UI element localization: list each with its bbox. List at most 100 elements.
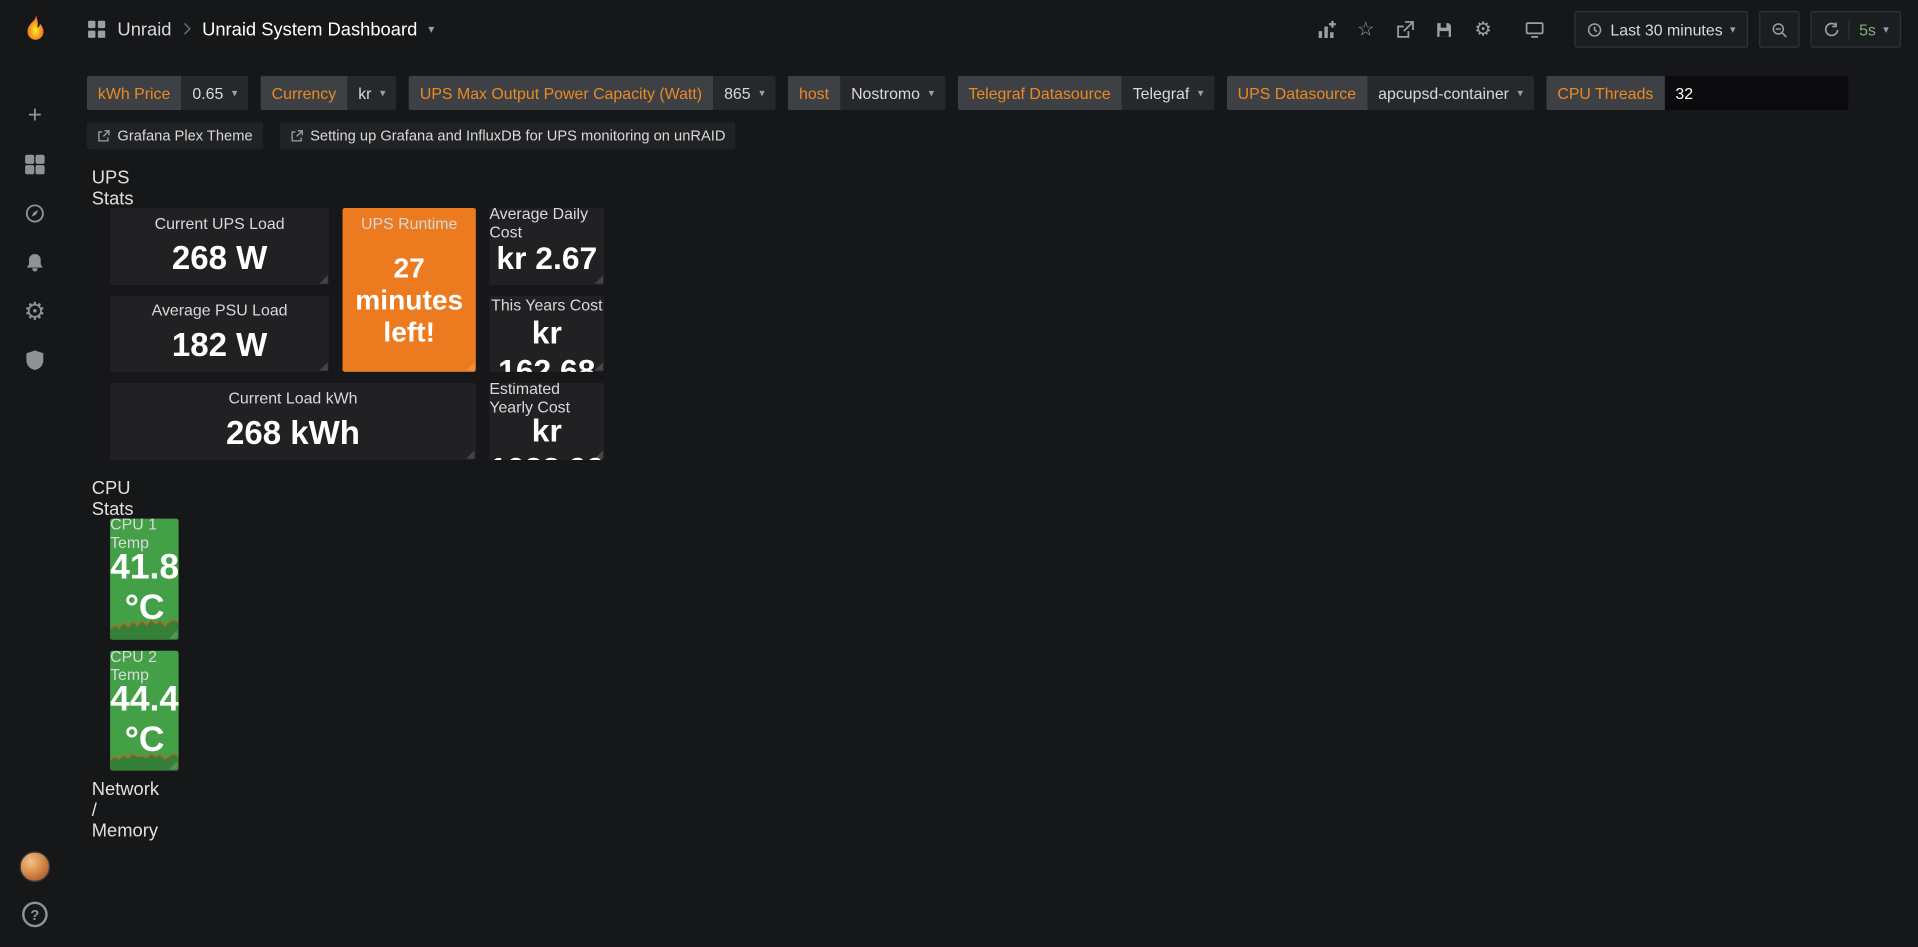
dashboard-grid-icon (87, 20, 107, 40)
external-link-icon (97, 129, 110, 142)
external-link-icon (289, 129, 302, 142)
server-admin-shield-icon[interactable] (0, 335, 70, 384)
chevron-down-icon: ▾ (1730, 23, 1736, 36)
panel-cpu2-temp: CPU 2 Temp 44.4 °C (110, 650, 179, 770)
variable-label: CPU Threads (1546, 76, 1664, 110)
zoom-out-icon (1771, 21, 1787, 37)
share-icon[interactable] (1388, 11, 1422, 48)
chevron-right-icon (183, 20, 192, 38)
navbar: Unraid Unraid System Dashboard ▾ ☆ ⚙ (70, 0, 1918, 59)
chevron-down-icon: ▾ (1198, 86, 1204, 99)
variable-value-dropdown[interactable]: kr▾ (347, 76, 396, 110)
panel-title[interactable]: Average Daily Cost (489, 208, 604, 237)
cycle-view-tv-icon[interactable] (1517, 11, 1551, 48)
variable-host: host Nostromo▾ (788, 76, 945, 110)
stat-value: 182 W (110, 325, 329, 372)
variable-label: kWh Price (87, 76, 181, 110)
clock-icon (1587, 21, 1603, 37)
alerting-bell-icon[interactable] (0, 237, 70, 286)
panel-title[interactable]: CPU 2 Temp (110, 650, 179, 679)
chevron-down-icon: ▾ (929, 86, 935, 99)
configuration-gear-icon[interactable]: ⚙ (0, 286, 70, 335)
link-ups-monitoring-guide[interactable]: Setting up Grafana and InfluxDB for UPS … (280, 122, 736, 149)
panel-title[interactable]: Estimated Yearly Cost (489, 383, 604, 412)
time-picker[interactable]: Last 30 minutes ▾ (1575, 11, 1748, 48)
variable-value-dropdown[interactable]: 0.65▾ (181, 76, 248, 110)
sidebar: + ⚙ ? (0, 0, 70, 947)
sparkline (110, 607, 179, 639)
variable-ups-datasource: UPS Datasource apcupsd-container▾ (1227, 76, 1534, 110)
save-icon[interactable] (1427, 11, 1461, 48)
chevron-down-icon: ▾ (232, 86, 238, 99)
cpu-temp-stack: CPU 1 Temp 41.8 °C CPU 2 Temp 44.4 °C (110, 519, 179, 771)
panel-estimated-yearly-cost: Estimated Yearly Cost kr 1033.99 (489, 383, 604, 460)
stat-value: kr 1033.99 (489, 413, 604, 460)
add-panel-icon[interactable] (1309, 11, 1343, 48)
star-icon[interactable]: ☆ (1349, 11, 1383, 48)
sidebar-menu: + ⚙ (0, 91, 70, 385)
dashboard-links: Grafana Plex Theme Setting up Grafana an… (87, 122, 1901, 149)
variable-value-dropdown[interactable]: Telegraf▾ (1122, 76, 1215, 110)
variable-cpu-threads: CPU Threads (1546, 76, 1848, 110)
cost-stat-stack: Average Daily Cost kr 2.67 This Years Co… (489, 208, 604, 460)
variable-ups-max-output: UPS Max Output Power Capacity (Watt) 865… (409, 76, 776, 110)
stat-value: 268 W (110, 237, 329, 284)
dashboard-submenu: kWh Price 0.65▾ Currency kr▾ UPS Max Out… (70, 59, 1918, 150)
help-icon[interactable]: ? (22, 902, 48, 928)
variable-label: Currency (261, 76, 348, 110)
variable-telegraf-datasource: Telegraf Datasource Telegraf▾ (957, 76, 1214, 110)
breadcrumb: Unraid Unraid System Dashboard ▾ (87, 19, 435, 40)
sidebar-bottom: ? (20, 851, 51, 927)
panel-current-load-kwh: Current Load kWh 268 kWh (110, 383, 476, 460)
panel-title[interactable]: This Years Cost (489, 296, 604, 314)
chevron-down-icon: ▾ (1883, 23, 1889, 36)
panel-title[interactable]: Current Load kWh (110, 383, 476, 412)
panel-current-ups-load: Current UPS Load 268 W (110, 208, 329, 284)
breadcrumb-app[interactable]: Unraid (117, 19, 171, 40)
panel-this-years-cost: This Years Cost kr 162.68 (489, 296, 604, 373)
panel-average-psu-load: Average PSU Load 182 W (110, 295, 329, 371)
cpu-threads-input[interactable] (1664, 76, 1847, 110)
variable-value-dropdown[interactable]: 865▾ (713, 76, 776, 110)
refresh-picker[interactable]: 5s ▾ (1810, 11, 1901, 48)
chevron-down-icon: ▾ (1518, 86, 1524, 99)
variable-label: host (788, 76, 840, 110)
variable-currency: Currency kr▾ (261, 76, 397, 110)
sparkline (110, 739, 179, 771)
panel-title[interactable]: UPS Runtime (343, 208, 476, 237)
variable-value-dropdown[interactable]: apcupsd-container▾ (1367, 76, 1534, 110)
settings-gear-icon[interactable]: ⚙ (1466, 11, 1500, 48)
variable-label: UPS Datasource (1227, 76, 1367, 110)
stat-value: kr 2.67 (489, 237, 604, 284)
panel-title[interactable]: CPU 1 Temp (110, 519, 179, 548)
panel-ups-runtime: UPS Runtime 27 minutes left! (343, 208, 476, 372)
panel-title[interactable]: Current UPS Load (110, 208, 329, 237)
variable-kwh-price: kWh Price 0.65▾ (87, 76, 249, 110)
user-avatar[interactable] (20, 851, 51, 882)
create-icon[interactable]: + (0, 91, 70, 140)
stat-value: 268 kWh (110, 412, 476, 460)
refresh-interval-label: 5s (1859, 20, 1876, 38)
explore-icon[interactable] (0, 188, 70, 237)
dashboard-title[interactable]: Unraid System Dashboard (202, 19, 417, 40)
divider (1848, 20, 1849, 40)
variable-label: UPS Max Output Power Capacity (Watt) (409, 76, 713, 110)
template-variables: kWh Price 0.65▾ Currency kr▾ UPS Max Out… (87, 76, 1901, 110)
dashboards-icon[interactable] (0, 139, 70, 188)
panel-average-daily-cost: Average Daily Cost kr 2.67 (489, 208, 604, 285)
chevron-down-icon[interactable]: ▾ (428, 23, 434, 36)
variable-value-dropdown[interactable]: Nostromo▾ (840, 76, 945, 110)
refresh-icon (1822, 21, 1838, 37)
chevron-down-icon: ▾ (759, 86, 765, 99)
panel-title[interactable]: Average PSU Load (110, 295, 329, 324)
panel-cpu1-temp: CPU 1 Temp 41.8 °C (110, 519, 179, 639)
link-grafana-plex-theme[interactable]: Grafana Plex Theme (87, 122, 263, 149)
time-range-label: Last 30 minutes (1610, 20, 1722, 38)
variable-label: Telegraf Datasource (957, 76, 1121, 110)
stat-value: 27 minutes left! (343, 237, 476, 372)
zoom-out-button[interactable] (1759, 11, 1799, 48)
grafana-app: + ⚙ ? Unraid Unra (0, 0, 1918, 947)
ups-stat-stack: Current UPS Load 268 W Average PSU Load … (110, 208, 476, 460)
grafana-logo[interactable] (17, 12, 54, 49)
dashboard-grid: UPS Stats UPS Load % Last 12 hours Perce… (70, 149, 103, 151)
